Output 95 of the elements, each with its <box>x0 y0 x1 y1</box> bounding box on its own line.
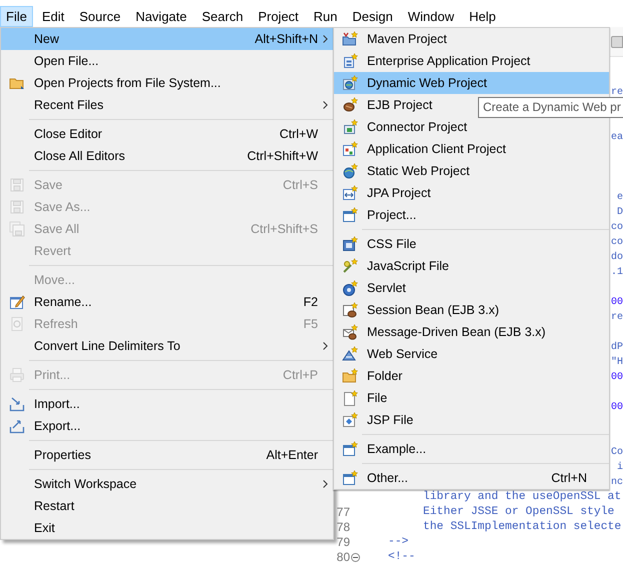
menu-item[interactable]: Export... <box>1 415 333 437</box>
window-arrows-icon <box>342 185 358 201</box>
menu-bar-item[interactable]: Search <box>196 6 250 27</box>
code-text: dP <box>610 340 623 355</box>
menu-item[interactable]: Rename... F2 <box>1 291 333 313</box>
menu-item[interactable]: Message-Driven Bean (EJB 3.x) <box>334 321 609 343</box>
menu-item[interactable]: Close All Editors Ctrl+Shift+W <box>1 145 333 167</box>
menu-item[interactable]: Restart <box>1 495 333 517</box>
import-icon <box>8 396 24 412</box>
bean-star-icon <box>342 97 358 113</box>
menu-item[interactable]: Folder <box>334 365 609 387</box>
code-text: 00 <box>610 371 623 385</box>
menu-item[interactable]: Open File... <box>1 50 333 72</box>
menu-item[interactable]: Convert Line Delimiters To <box>1 335 333 357</box>
menu-item[interactable]: Example... <box>334 438 609 460</box>
menu-bar-item[interactable]: Edit <box>36 6 70 27</box>
menu-bar-item[interactable]: Window <box>402 6 460 27</box>
fold-minus-icon[interactable] <box>350 553 360 562</box>
menu-bar-item[interactable]: Design <box>346 6 399 27</box>
code-text: <!-- <box>388 551 416 563</box>
menu-item[interactable]: Application Client Project <box>334 138 609 160</box>
folder-star-icon <box>342 31 358 47</box>
menu-item[interactable]: File <box>334 387 609 409</box>
line-number: 78 <box>336 520 350 534</box>
code-text: ea <box>610 131 623 145</box>
circle-star-icon <box>342 280 358 296</box>
line-number: 77 <box>336 505 350 519</box>
bean-star-icon <box>342 302 358 318</box>
code-text: nc <box>610 476 623 490</box>
printer-icon <box>8 367 24 383</box>
menu-item[interactable]: Close Editor Ctrl+W <box>1 123 333 145</box>
menu-bar-item[interactable]: Help <box>463 6 502 27</box>
code-text: "H <box>610 356 623 370</box>
code-text: do <box>610 250 623 265</box>
export-icon <box>8 418 24 434</box>
globe-window-icon <box>342 75 358 91</box>
menu-item[interactable]: Maven Project <box>334 28 609 50</box>
menu-bar-item[interactable]: Run <box>308 6 344 27</box>
menu-item[interactable]: JSP File <box>334 409 609 431</box>
code-text: e <box>616 191 623 205</box>
window-star-icon <box>342 470 358 486</box>
code-text: co <box>610 236 623 250</box>
menu-item[interactable]: Recent Files <box>1 94 333 116</box>
code-text: co <box>610 221 623 235</box>
menu-item[interactable]: Project... <box>334 204 609 226</box>
menu-item[interactable]: JPA Project <box>334 182 609 204</box>
menu-item[interactable]: Properties Alt+Enter <box>1 444 333 466</box>
menu-item[interactable]: Exit <box>1 517 333 539</box>
floppy-disks-icon <box>8 221 24 237</box>
code-text: .1 <box>610 266 623 280</box>
globe-star-icon <box>342 163 358 179</box>
menu-item[interactable]: Enterprise Application Project <box>334 50 609 72</box>
line-number: 79 <box>336 535 350 549</box>
square-star-icon <box>342 236 358 252</box>
code-text: Co <box>610 446 623 460</box>
menu-item[interactable]: Web Service <box>334 343 609 365</box>
window-star-icon <box>342 207 358 223</box>
code-text: D <box>616 206 623 220</box>
code-text: 00 <box>610 296 623 310</box>
menu-item[interactable]: Dynamic Web Project <box>334 72 609 94</box>
pencil-window-icon <box>8 294 24 310</box>
menu-bar-item[interactable]: Navigate <box>130 6 193 27</box>
file-star-icon <box>342 390 358 406</box>
code-text: library and the useOpenSSL at <box>423 491 622 503</box>
envelope-bean-icon <box>342 324 358 340</box>
line-number: 80 <box>336 550 350 564</box>
menu-bar-item[interactable]: Project <box>252 6 305 27</box>
menu-item[interactable]: Servlet <box>334 277 609 299</box>
menu-item[interactable]: Session Bean (EJB 3.x) <box>334 299 609 321</box>
menu-bar-item[interactable]: File <box>0 6 33 27</box>
code-text: i <box>616 460 623 475</box>
code-text: --> <box>388 536 409 548</box>
code-text: re <box>610 311 623 325</box>
code-text: Either JSSE or OpenSSL style <box>423 506 614 518</box>
menu-item[interactable]: CSS File <box>334 233 609 255</box>
menu-item[interactable]: New Alt+Shift+N <box>1 28 333 50</box>
menu-item[interactable]: JavaScript File <box>334 255 609 277</box>
code-text: re <box>610 86 623 100</box>
wand-star-icon <box>342 258 358 274</box>
menu-item[interactable]: Static Web Project <box>334 160 609 182</box>
document-icon <box>8 316 24 332</box>
code-text: the SSLImplementation selecte <box>423 521 622 533</box>
code-text: 00 <box>610 401 623 415</box>
triangle-star-icon <box>342 346 358 362</box>
window-star-icon <box>342 441 358 457</box>
tooltip: Create a Dynamic Web pr <box>478 97 623 118</box>
menu-item[interactable]: Switch Workspace <box>1 473 333 495</box>
menu-item[interactable]: Connector Project <box>334 116 609 138</box>
menu-item[interactable]: Open Projects from File System... <box>1 72 333 94</box>
menu-item[interactable]: Other... Ctrl+N <box>334 467 609 489</box>
window-star-icon <box>342 141 358 157</box>
menu-bar-item[interactable]: Source <box>73 6 127 27</box>
folder-star-icon <box>342 368 358 384</box>
file-diamond-icon <box>342 412 358 428</box>
menu-item[interactable]: Import... <box>1 393 333 415</box>
